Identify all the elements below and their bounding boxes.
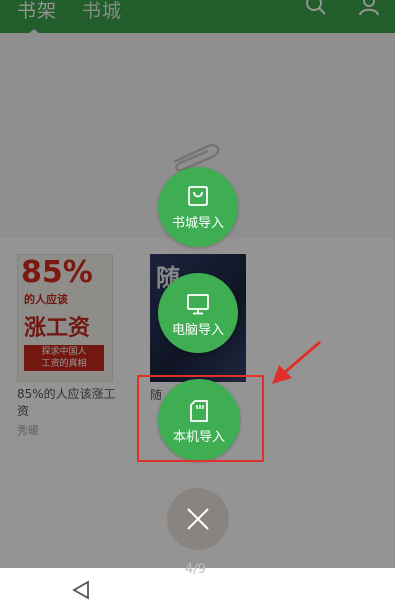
shopping-bag-icon [188,186,208,206]
close-menu-button[interactable] [167,488,229,550]
page-indicator: 4/9 [185,562,206,577]
highlight-annotation [137,375,264,462]
fab-label: 电脑导入 [171,323,224,338]
monitor-icon [187,294,209,315]
system-nav-bar: 4/9 [0,562,395,605]
close-icon [187,508,209,530]
red-arrow-annotation [272,340,321,384]
fab-label: 书城导入 [171,216,224,231]
import-from-store-button[interactable]: 书城导入 [158,167,238,247]
import-from-pc-button[interactable]: 电脑导入 [158,273,238,353]
back-triangle-icon[interactable] [72,580,90,600]
